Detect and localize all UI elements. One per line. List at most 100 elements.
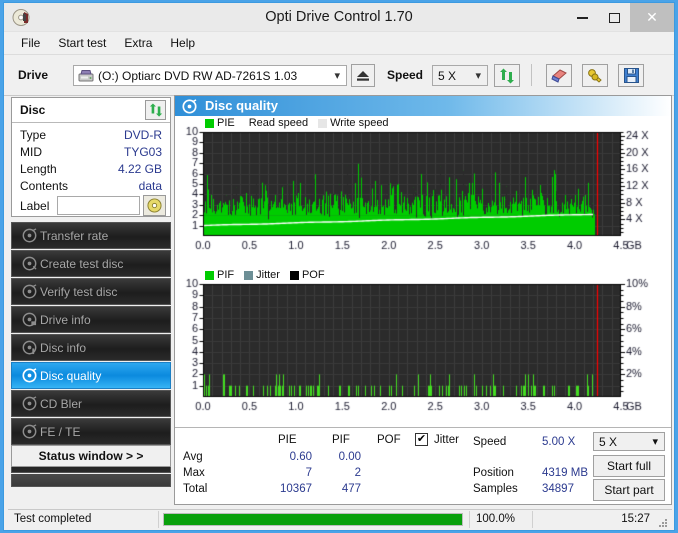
legend-swatch-pif: [205, 270, 214, 280]
erase-button[interactable]: [546, 64, 572, 87]
drive-select[interactable]: (O:) Optiarc DVD RW AD-7261S 1.03 ▾: [73, 65, 347, 86]
elapsed-section: 15:27: [533, 510, 658, 529]
sidebar-item-cd-bler[interactable]: CD Bler: [11, 390, 171, 417]
sidebar-item-disc-quality[interactable]: Disc quality: [11, 362, 171, 389]
sidebar-item-create-test-disc[interactable]: Create test disc: [11, 250, 171, 277]
menu-item-start-test[interactable]: Start test: [49, 34, 115, 52]
stats-col-pif: PIF: [332, 434, 350, 446]
disc-row-key: MID: [20, 145, 42, 159]
panel-header: Disc quality: [175, 96, 671, 116]
progress-bar-fill: [164, 513, 462, 525]
disc-refresh-button[interactable]: [145, 100, 166, 120]
start-full-button[interactable]: Start full: [593, 455, 665, 477]
sidebar-item-drive-info[interactable]: Drive info: [11, 306, 171, 333]
menu-item-help[interactable]: Help: [161, 34, 204, 52]
progress-percent-section: 100.0%: [470, 510, 532, 529]
sidebar-item-fe-te[interactable]: FE / TE: [11, 418, 171, 445]
disc-row-value: data: [138, 179, 162, 193]
sidebar-item-label: Disc info: [40, 340, 87, 355]
drive-info-icon: [18, 312, 40, 327]
stats-avg-pie: 0.60: [289, 451, 312, 463]
menu-item-extra[interactable]: Extra: [115, 34, 161, 52]
legend-label-pie: PIE: [217, 117, 235, 129]
legend-swatch-pof: [289, 270, 299, 280]
disc-row-value: DVD-R: [124, 128, 162, 142]
disc-info-panel: Disc Type DVD-R MID TYG03 Length 4.22 GB…: [11, 97, 171, 217]
disc-label-input[interactable]: [57, 196, 140, 215]
refresh-button[interactable]: [494, 64, 520, 87]
panel-title: Disc quality: [205, 98, 278, 113]
disc-label-key: Label: [20, 199, 50, 213]
settings-button[interactable]: [582, 64, 608, 87]
stats-row-label-avg: Avg: [183, 451, 203, 463]
legend-swatch-jitter: [244, 270, 254, 280]
disc-row-length: Length 4.22 GB: [12, 161, 170, 178]
disc-quality-icon: [18, 368, 40, 383]
pie-chart-canvas[interactable]: [175, 116, 671, 271]
app-window: Opti Drive Control 1.70 ✕ File Start tes…: [3, 2, 675, 531]
disc-label-row: Label: [12, 195, 170, 219]
speed-stat-value: 5.00 X: [542, 436, 576, 448]
legend-label-write-speed: Write speed: [330, 117, 389, 129]
menu-item-file[interactable]: File: [12, 34, 49, 52]
refresh-icon: [500, 68, 514, 83]
legend-label-read-speed: Read speed: [248, 117, 309, 129]
disc-row-contents: Contents data: [12, 178, 170, 195]
stats-total-pif: 477: [341, 483, 361, 495]
disc-row-value: 4.22 GB: [117, 162, 162, 176]
minimize-button[interactable]: [566, 3, 598, 32]
menu-bar: File Start test Extra Help: [4, 32, 674, 55]
sidebar-item-label: FE / TE: [40, 424, 81, 439]
chevron-down-icon: ▾: [652, 436, 658, 448]
nav-filler: [11, 474, 171, 487]
disc-row-key: Length: [20, 162, 57, 176]
save-button[interactable]: [618, 64, 644, 87]
disc-burn-icon: [18, 256, 40, 271]
speed-label: Speed: [387, 68, 424, 82]
jitter-label: Jitter: [434, 434, 459, 446]
disc-fete-icon: [18, 424, 40, 439]
disc-panel-title: Disc: [20, 103, 46, 117]
toolbar: Drive (O:) Optiarc DVD RW AD-7261S 1.03 …: [4, 55, 674, 96]
disc-quality-panel: Disc quality PIE Read speed Write speed: [174, 95, 672, 505]
sidebar-item-disc-info[interactable]: Disc info: [11, 334, 171, 361]
stats-total-pie: 10367: [280, 483, 312, 495]
start-part-button[interactable]: Start part: [593, 479, 665, 501]
legend-swatch-write-speed: [318, 118, 328, 128]
sidebar-item-transfer-rate[interactable]: Transfer rate: [11, 222, 171, 249]
position-value: 4319 MB: [542, 467, 589, 479]
samples-label: Samples: [473, 483, 518, 495]
left-pane: Disc Type DVD-R MID TYG03 Length 4.22 GB…: [11, 97, 171, 505]
sidebar-item-label: Disc quality: [40, 368, 102, 383]
status-window-button[interactable]: Status window > >: [11, 445, 171, 467]
pif-chart-canvas[interactable]: [175, 268, 671, 428]
position-label: Position: [473, 467, 514, 479]
sidebar-item-verify-test-disc[interactable]: Verify test disc: [11, 278, 171, 305]
sidebar-item-label: CD Bler: [40, 396, 83, 411]
maximize-button[interactable]: [598, 3, 630, 32]
drive-value: (O:) Optiarc DVD RW AD-7261S 1.03: [98, 68, 298, 83]
status-message: Test completed: [14, 513, 92, 525]
disc-bler-icon: [18, 396, 40, 411]
chevron-down-icon: ▾: [475, 70, 481, 82]
chevron-down-icon: ▾: [334, 70, 340, 82]
stats-max-pie: 7: [305, 467, 312, 479]
jitter-checkbox[interactable]: ✔: [415, 433, 428, 446]
speed-select[interactable]: 5 X ▾: [432, 65, 488, 86]
disc-row-mid: MID TYG03: [12, 144, 170, 161]
samples-value: 34897: [542, 483, 574, 495]
resize-grip-icon[interactable]: [658, 515, 668, 527]
sidebar-item-label: Transfer rate: [40, 228, 109, 243]
close-button[interactable]: ✕: [630, 3, 674, 32]
disc-label-button[interactable]: [143, 195, 166, 216]
legend-label-pif: PIF: [217, 269, 235, 281]
stats-col-pie: PIE: [278, 434, 297, 446]
progress-bar: [163, 512, 463, 526]
eject-button[interactable]: [351, 64, 375, 87]
disc-row-value: TYG03: [123, 145, 162, 159]
disc-info-icon: [18, 340, 40, 355]
drive-label: Drive: [18, 68, 49, 82]
sidebar-item-label: Verify test disc: [40, 284, 118, 299]
test-speed-select[interactable]: 5 X ▾: [593, 432, 665, 451]
keys-icon: [588, 68, 602, 83]
